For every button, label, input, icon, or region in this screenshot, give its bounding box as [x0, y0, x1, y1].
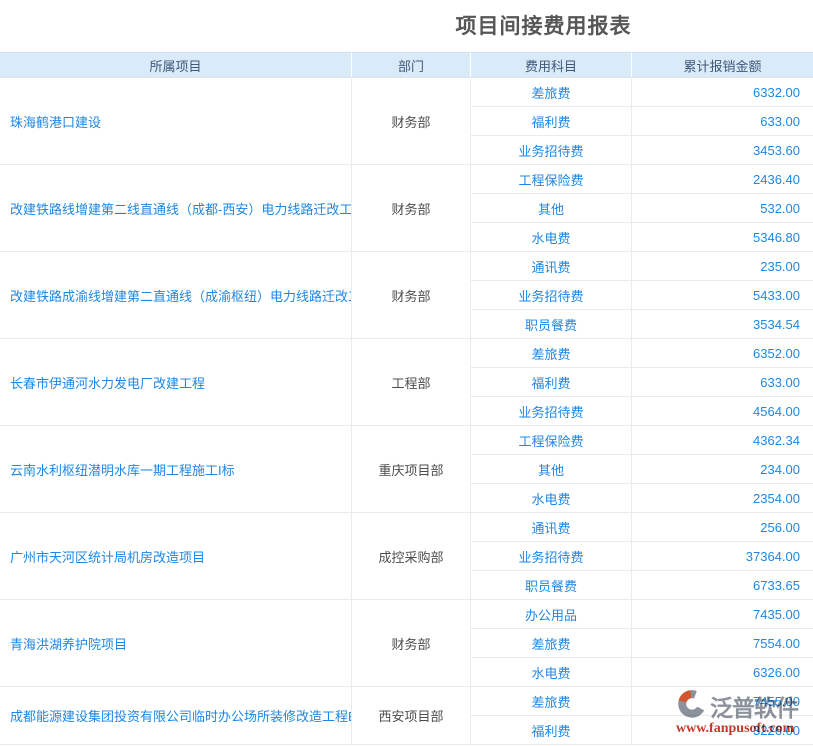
- amount-cell[interactable]: 3226.00: [632, 716, 813, 745]
- amount-cell[interactable]: 235.00: [632, 252, 813, 281]
- amount-cell[interactable]: 256.00: [632, 513, 813, 542]
- expense-category-link[interactable]: 水电费: [471, 223, 632, 252]
- project-name-link[interactable]: 改建铁路成渝线增建第二直通线（成渝枢纽）电力线路迁改工: [0, 252, 352, 339]
- table-row: 云南水利枢纽潜明水库一期工程施工I标 重庆项目部 工程保险费 4362.34: [0, 426, 813, 455]
- expense-category-link[interactable]: 职员餐费: [471, 571, 632, 600]
- expense-category-link[interactable]: 差旅费: [471, 339, 632, 368]
- expense-category-link[interactable]: 业务招待费: [471, 281, 632, 310]
- expense-report-table: 所属项目 部门 费用科目 累计报销金额 珠海鹤港口建设 财务部 差旅费 6332…: [0, 52, 813, 745]
- table-row: 改建铁路成渝线增建第二直通线（成渝枢纽）电力线路迁改工 财务部 通讯费 235.…: [0, 252, 813, 281]
- expense-category-link[interactable]: 差旅费: [471, 78, 632, 107]
- department-cell: 西安项目部: [352, 687, 471, 745]
- expense-category-link[interactable]: 业务招待费: [471, 136, 632, 165]
- amount-cell[interactable]: 532.00: [632, 194, 813, 223]
- department-cell: 工程部: [352, 339, 471, 426]
- department-cell: 重庆项目部: [352, 426, 471, 513]
- expense-category-link[interactable]: 工程保险费: [471, 426, 632, 455]
- expense-category-link[interactable]: 业务招待费: [471, 397, 632, 426]
- department-cell: 财务部: [352, 252, 471, 339]
- expense-category-link[interactable]: 水电费: [471, 484, 632, 513]
- header-project: 所属项目: [0, 52, 352, 78]
- amount-cell[interactable]: 6733.65: [632, 571, 813, 600]
- amount-cell[interactable]: 4362.34: [632, 426, 813, 455]
- amount-cell[interactable]: 2436.40: [632, 165, 813, 194]
- header-expense-category: 费用科目: [471, 52, 632, 78]
- project-name-link[interactable]: 云南水利枢纽潜明水库一期工程施工I标: [0, 426, 352, 513]
- department-cell: 财务部: [352, 165, 471, 252]
- amount-cell[interactable]: 633.00: [632, 368, 813, 397]
- amount-cell[interactable]: 6332.00: [632, 78, 813, 107]
- table-header-row: 所属项目 部门 费用科目 累计报销金额: [0, 52, 813, 78]
- header-department: 部门: [352, 52, 471, 78]
- amount-cell[interactable]: 234.00: [632, 455, 813, 484]
- amount-cell[interactable]: 3534.54: [632, 310, 813, 339]
- table-row: 广州市天河区统计局机房改造项目 成控采购部 通讯费 256.00: [0, 513, 813, 542]
- amount-cell[interactable]: 3453.60: [632, 136, 813, 165]
- department-cell: 财务部: [352, 600, 471, 687]
- amount-cell[interactable]: 37364.00: [632, 542, 813, 571]
- amount-cell[interactable]: 6352.00: [632, 339, 813, 368]
- expense-category-link[interactable]: 差旅费: [471, 629, 632, 658]
- table-row: 成都能源建设集团投资有限公司临时办公场所装修改造工程EP 西安项目部 差旅费 7…: [0, 687, 813, 716]
- expense-category-link[interactable]: 工程保险费: [471, 165, 632, 194]
- expense-category-link[interactable]: 业务招待费: [471, 542, 632, 571]
- expense-category-link[interactable]: 其他: [471, 194, 632, 223]
- amount-cell[interactable]: 633.00: [632, 107, 813, 136]
- header-amount: 累计报销金额: [632, 52, 813, 78]
- department-cell: 成控采购部: [352, 513, 471, 600]
- expense-category-link[interactable]: 其他: [471, 455, 632, 484]
- department-cell: 财务部: [352, 78, 471, 165]
- expense-category-link[interactable]: 福利费: [471, 107, 632, 136]
- project-name-link[interactable]: 改建铁路线增建第二线直通线（成都-西安）电力线路迁改工: [0, 165, 352, 252]
- expense-category-link[interactable]: 办公用品: [471, 600, 632, 629]
- amount-cell[interactable]: 7455.00: [632, 687, 813, 716]
- expense-category-link[interactable]: 差旅费: [471, 687, 632, 716]
- project-name-link[interactable]: 长春市伊通河水力发电厂改建工程: [0, 339, 352, 426]
- project-name-link[interactable]: 广州市天河区统计局机房改造项目: [0, 513, 352, 600]
- table-row: 长春市伊通河水力发电厂改建工程 工程部 差旅费 6352.00: [0, 339, 813, 368]
- expense-category-link[interactable]: 福利费: [471, 716, 632, 745]
- amount-cell[interactable]: 7554.00: [632, 629, 813, 658]
- project-name-link[interactable]: 珠海鹤港口建设: [0, 78, 352, 165]
- expense-category-link[interactable]: 通讯费: [471, 513, 632, 542]
- page-title: 项目间接费用报表: [456, 0, 632, 40]
- amount-cell[interactable]: 5346.80: [632, 223, 813, 252]
- project-name-link[interactable]: 青海洪湖养护院项目: [0, 600, 352, 687]
- amount-cell[interactable]: 4564.00: [632, 397, 813, 426]
- expense-category-link[interactable]: 职员餐费: [471, 310, 632, 339]
- table-row: 改建铁路线增建第二线直通线（成都-西安）电力线路迁改工 财务部 工程保险费 24…: [0, 165, 813, 194]
- expense-category-link[interactable]: 通讯费: [471, 252, 632, 281]
- expense-category-link[interactable]: 水电费: [471, 658, 632, 687]
- amount-cell[interactable]: 7435.00: [632, 600, 813, 629]
- amount-cell[interactable]: 2354.00: [632, 484, 813, 513]
- table-row: 珠海鹤港口建设 财务部 差旅费 6332.00: [0, 78, 813, 107]
- amount-cell[interactable]: 6326.00: [632, 658, 813, 687]
- amount-cell[interactable]: 5433.00: [632, 281, 813, 310]
- table-row: 青海洪湖养护院项目 财务部 办公用品 7435.00: [0, 600, 813, 629]
- page-title-wrap: 项目间接费用报表: [0, 0, 813, 52]
- expense-category-link[interactable]: 福利费: [471, 368, 632, 397]
- project-name-link[interactable]: 成都能源建设集团投资有限公司临时办公场所装修改造工程EP: [0, 687, 352, 745]
